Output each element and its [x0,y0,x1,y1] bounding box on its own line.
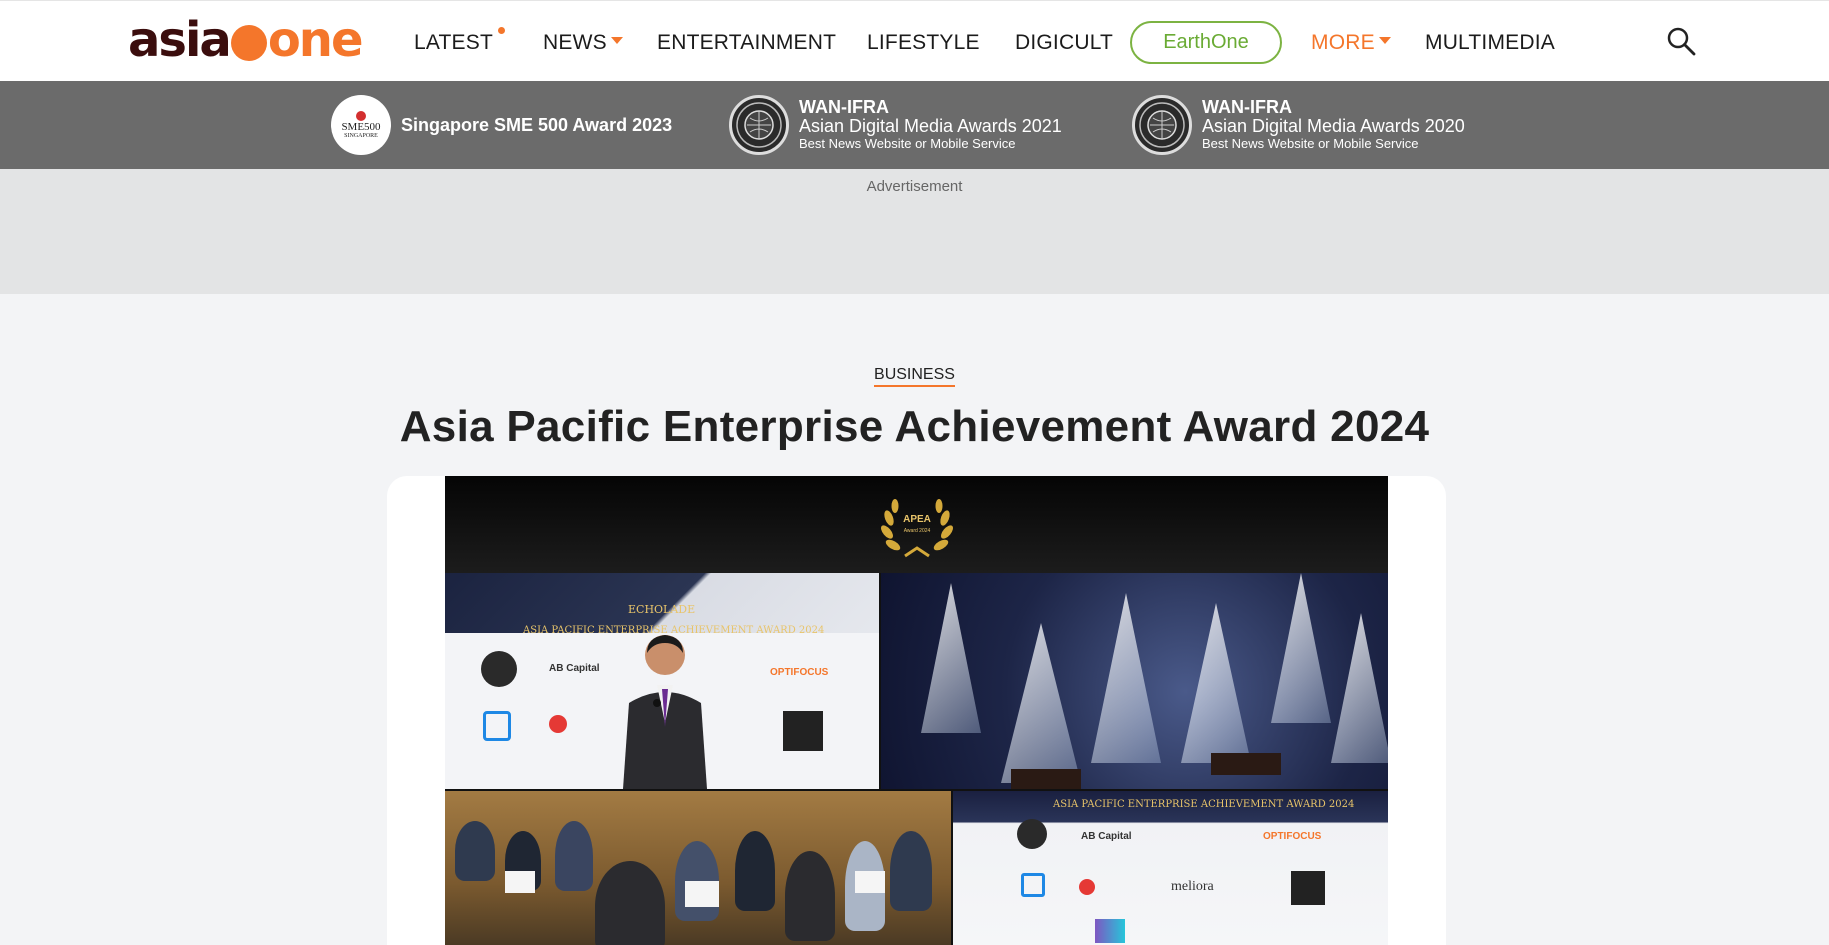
trophy [1331,613,1388,763]
trophy-base [1211,753,1281,775]
article-hero-image[interactable]: APEA Award 2024 ECHOLADE ASIA PACIFIC EN… [445,476,1388,945]
sponsor-logo [483,711,511,741]
chevron-down-icon [610,37,623,44]
nav-entertainment-label: ENTERTAINMENT [657,31,837,54]
earthone-button[interactable]: EarthOne [1130,21,1282,64]
chevron-down-icon [1378,37,1391,44]
nav-multimedia[interactable]: MULTIMEDIA [1425,31,1555,55]
award-sme500[interactable]: SME500 SINGAPORE Singapore SME 500 Award… [331,93,672,157]
nav-lifestyle[interactable]: LIFESTYLE [867,31,980,55]
nav-digicult[interactable]: DIGICULT [1015,31,1113,55]
article-headline: Asia Pacific Enterprise Achievement Awar… [399,402,1430,451]
laurel-subtitle: Award 2024 [904,528,931,534]
sponsor-logo [549,715,567,733]
award-wanifra-2021[interactable]: WAN-IFRA Asian Digital Media Awards 2021… [729,93,1062,157]
asiaone-logo[interactable]: asia one [128,12,364,68]
award-name: Asian Digital Media Awards 2020 [1202,116,1465,136]
award-text: Singapore SME 500 Award 2023 [401,115,672,136]
photo-panel-trophies [881,573,1388,789]
search-button[interactable] [1665,25,1699,59]
trophy [1181,603,1251,763]
sponsor-logo [481,651,517,687]
certificate [855,871,885,893]
award-org: WAN-IFRA [1202,97,1292,117]
logo-text-asia: asia [128,12,232,68]
wan-ifra-seal-icon [1132,95,1192,155]
photo-panel-group [445,791,951,945]
logo-orange-dot [230,25,267,61]
speaker-figure [623,635,707,789]
earthone-label: EarthOne [1163,31,1249,53]
award-text: WAN-IFRA Asian Digital Media Awards 2020… [1202,98,1465,152]
sponsor-logo [1017,819,1047,849]
logo-text-one: one [267,12,364,68]
person [455,821,495,881]
nav-news-label: NEWS [543,31,607,54]
award-category: Best News Website or Mobile Service [799,136,1016,151]
wan-ifra-seal-icon [729,95,789,155]
badge-text: SME500 [341,121,381,133]
nav-entertainment[interactable]: ENTERTAINMENT [657,31,836,55]
advertisement-slot: Advertisement [0,169,1829,294]
trophy [1091,593,1161,763]
nav-news[interactable]: NEWS [543,31,623,55]
article-category: BUSINESS [0,364,1829,387]
search-icon [1667,27,1696,56]
certificate [505,871,535,893]
trophy [921,583,981,733]
red-lion-mark [356,111,366,121]
sponsor-logo-text: OPTIFOCUS [1263,831,1322,842]
award-category: Best News Website or Mobile Service [1202,136,1419,151]
photo-panel-backdrop: ASIA PACIFIC ENTERPRISE ACHIEVEMENT AWAR… [953,791,1388,945]
nav-lifestyle-label: LIFESTYLE [867,31,980,54]
person [890,831,932,911]
article-image-card: APEA Award 2024 ECHOLADE ASIA PACIFIC EN… [387,476,1446,945]
trophy [1271,573,1331,723]
category-link[interactable]: BUSINESS [874,366,955,387]
award-org: WAN-IFRA [799,97,889,117]
banner-title: ASIA PACIFIC ENTERPRISE ACHIEVEMENT AWAR… [1053,799,1355,810]
award-text: WAN-IFRA Asian Digital Media Awards 2021… [799,98,1062,152]
person [595,861,665,945]
sponsor-logo [1095,919,1125,943]
person [735,831,775,911]
nav-latest[interactable]: LATEST [414,27,505,55]
globe-seal-icon [736,102,782,148]
banner-brand: ECHOLADE [628,603,696,616]
nav-more-label: MORE [1311,31,1375,54]
advertisement-label: Advertisement [866,178,963,195]
laurel-wreath-icon: APEA Award 2024 [881,499,953,558]
sponsor-logo-text: meliora [1171,879,1214,894]
globe-seal-icon [1139,102,1185,148]
person [785,851,835,941]
nav-more[interactable]: MORE [1311,31,1391,55]
awards-bar: SME500 SINGAPORE Singapore SME 500 Award… [0,81,1829,169]
sponsor-logo [1291,871,1325,905]
sponsor-logo-text: OPTIFOCUS [770,667,829,678]
trophy [1001,623,1081,783]
hero-header-band: APEA Award 2024 [445,476,1388,573]
award-wanifra-2020[interactable]: WAN-IFRA Asian Digital Media Awards 2020… [1132,93,1465,157]
sponsor-logo-text: AB Capital [1081,831,1132,842]
certificate [685,881,719,907]
award-title: Singapore SME 500 Award 2023 [401,114,673,135]
nav-digicult-label: DIGICULT [1015,31,1114,54]
laurel-title: APEA [903,514,931,525]
trophy-base [1011,769,1081,789]
nav-latest-label: LATEST [414,31,493,54]
top-navigation: asia one LATEST NEWS ENTERTAINMENT LIFES… [0,0,1829,81]
photo-panel-speaker: ECHOLADE ASIA PACIFIC ENTERPRISE ACHIEVE… [445,573,879,789]
sponsor-logo [1079,879,1095,895]
new-indicator-dot [498,27,505,34]
award-name: Asian Digital Media Awards 2021 [799,116,1062,136]
badge-subtext: SINGAPORE [344,133,378,139]
sponsor-logo [1021,873,1045,897]
person [555,821,593,891]
sponsor-logo [783,711,823,751]
sponsor-logo-text: AB Capital [549,663,600,674]
sme500-badge-icon: SME500 SINGAPORE [331,95,391,155]
nav-multimedia-label: MULTIMEDIA [1425,31,1555,54]
